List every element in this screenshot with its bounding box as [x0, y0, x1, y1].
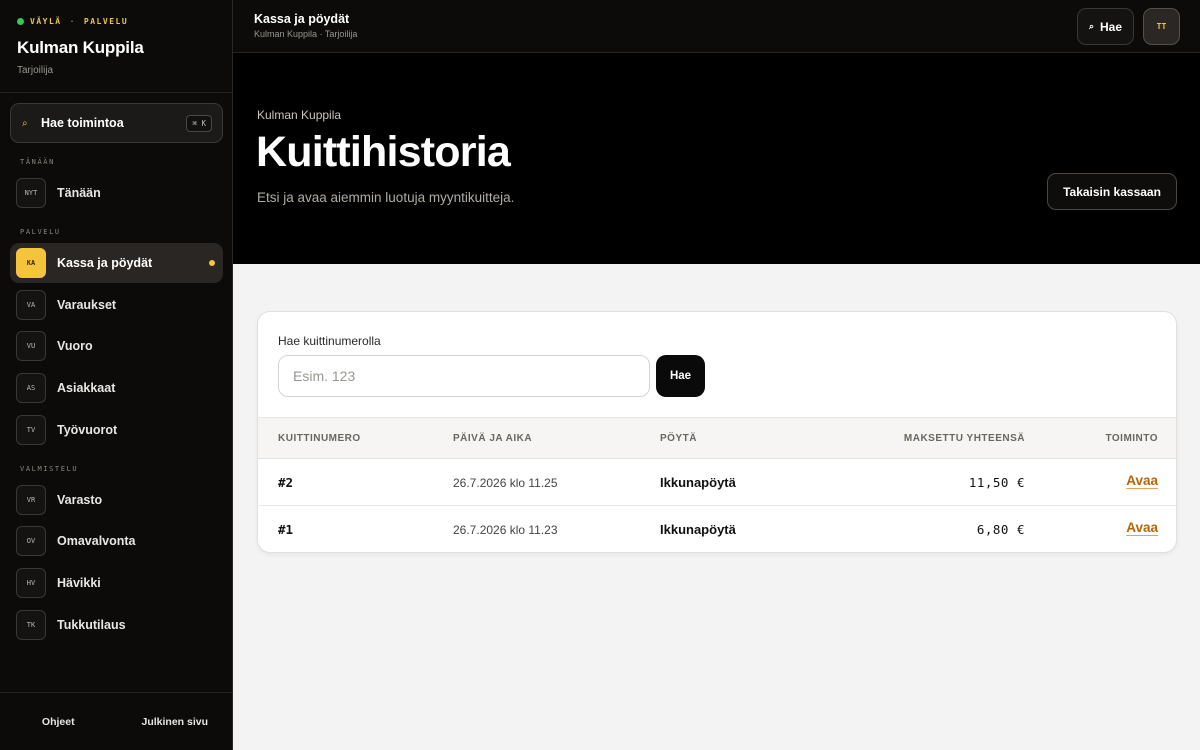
public-page-link[interactable]: Julkinen sivu: [117, 716, 234, 728]
nav-abbr-badge: TV: [16, 415, 46, 445]
sidebar-item-label: Varaukset: [57, 298, 117, 312]
command-search-label: Hae toimintoa: [41, 116, 124, 130]
nav-abbr-badge: OV: [16, 526, 46, 556]
receipt-search-button[interactable]: Hae: [656, 355, 705, 397]
brand-block: VÄYLÄ · PALVELU Kulman Kuppila Tarjoilij…: [0, 0, 232, 93]
receipt-table: Ikkunapöytä: [660, 522, 736, 537]
brand-name: Kulman Kuppila: [17, 38, 144, 57]
back-to-register-button[interactable]: Takaisin kassaan: [1047, 173, 1177, 210]
sidebar-item-kassa[interactable]: KA Kassa ja pöydät: [10, 243, 223, 283]
sidebar-item-varaukset[interactable]: VA Varaukset: [10, 285, 223, 325]
table-row: #1 26.7.2026 klo 11.23 Ikkunapöytä 6,80 …: [258, 506, 1176, 552]
nav-abbr-badge: NYT: [16, 178, 46, 208]
topbar-subtitle: Kulman Kuppila · Tarjoilija: [254, 29, 358, 39]
avatar[interactable]: TT: [1143, 8, 1180, 45]
sidebar-item-varasto[interactable]: VR Varasto: [10, 480, 223, 520]
topbar-title: Kassa ja pöydät: [254, 12, 350, 26]
nav-abbr-badge: VR: [16, 485, 46, 515]
nav-abbr-badge: KA: [16, 248, 46, 278]
column-header-action: TOIMINTO: [1105, 433, 1158, 444]
sidebar-item-label: Vuoro: [57, 339, 93, 353]
sidebar-item-label: Tänään: [57, 186, 101, 200]
page-eyebrow: Kulman Kuppila: [257, 108, 342, 122]
table-row: #2 26.7.2026 klo 11.25 Ikkunapöytä 11,50…: [258, 459, 1176, 506]
sidebar-item-label: Omavalvonta: [57, 534, 136, 548]
receipt-number-input[interactable]: [278, 355, 650, 397]
status-dot: [17, 17, 24, 25]
receipt-history-card: Hae kuittinumerolla Hae KUITTINUMERO PÄI…: [257, 311, 1177, 553]
search-icon: ⌕: [22, 117, 28, 129]
active-indicator-dot: [209, 260, 215, 266]
column-header-total: MAKSETTU YHTEENSÄ: [903, 433, 1025, 444]
column-header-table: PÖYTÄ: [660, 433, 697, 444]
receipt-number: #2: [278, 475, 294, 490]
sidebar-item-label: Asiakkaat: [57, 381, 116, 395]
sidebar-footer: Ohjeet Julkinen sivu: [0, 692, 233, 750]
topbar: Kassa ja pöydät Kulman Kuppila · Tarjoil…: [233, 0, 1200, 53]
page-description: Etsi ja avaa aiemmin luotuja myyntikuitt…: [257, 190, 515, 205]
search-icon: ⌕: [1088, 21, 1095, 31]
help-link[interactable]: Ohjeet: [0, 716, 117, 728]
section-label-service: PALVELU: [20, 228, 61, 236]
nav-abbr-badge: VA: [16, 290, 46, 320]
receipt-total: 11,50 €: [968, 475, 1025, 490]
sidebar-item-asiakkaat[interactable]: AS Asiakkaat: [10, 368, 223, 408]
sidebar-item-label: Hävikki: [57, 576, 101, 590]
sidebar-item-havikki[interactable]: HV Hävikki: [10, 563, 223, 603]
sidebar-item-tukkutilaus[interactable]: TK Tukkutilaus: [10, 605, 223, 645]
topbar-search-label: Hae: [1100, 19, 1123, 34]
sidebar-item-tanaan[interactable]: NYT Tänään: [10, 173, 223, 213]
command-search-button[interactable]: ⌕ Hae toimintoa ⌘ K: [10, 103, 223, 143]
nav-abbr-badge: AS: [16, 373, 46, 403]
brand-tag: VÄYLÄ · PALVELU: [17, 16, 215, 26]
table-header: KUITTINUMERO PÄIVÄ JA AIKA PÖYTÄ MAKSETT…: [258, 417, 1176, 459]
sidebar-item-tyovuorot[interactable]: TV Työvuorot: [10, 410, 223, 450]
brand-tag-left: VÄYLÄ: [30, 16, 62, 26]
sidebar-item-label: Työvuorot: [57, 423, 118, 437]
column-header-datetime: PÄIVÄ JA AIKA: [453, 433, 533, 444]
open-receipt-link[interactable]: Avaa: [1126, 520, 1158, 535]
receipt-search-label: Hae kuittinumerolla: [278, 334, 381, 348]
sidebar: VÄYLÄ · PALVELU Kulman Kuppila Tarjoilij…: [0, 0, 233, 750]
receipt-table: Ikkunapöytä: [660, 475, 736, 490]
sidebar-item-label: Varasto: [57, 493, 103, 507]
open-receipt-link[interactable]: Avaa: [1126, 473, 1158, 488]
sidebar-item-vuoro[interactable]: VU Vuoro: [10, 326, 223, 366]
nav-abbr-badge: HV: [16, 568, 46, 598]
brand-tag-separator: ·: [69, 16, 76, 26]
sidebar-item-label: Kassa ja pöydät: [57, 256, 153, 270]
receipt-datetime: 26.7.2026 klo 11.25: [453, 476, 558, 490]
receipt-total: 6,80 €: [976, 522, 1025, 537]
receipt-datetime: 26.7.2026 klo 11.23: [453, 523, 558, 537]
page-header: Kulman Kuppila Kuittihistoria Etsi ja av…: [233, 53, 1200, 264]
receipt-number: #1: [278, 522, 294, 537]
shortcut-badge: ⌘ K: [186, 114, 212, 132]
section-label-preparation: VALMISTELU: [20, 465, 79, 473]
nav-abbr-badge: VU: [16, 331, 46, 361]
nav-abbr-badge: TK: [16, 610, 46, 640]
brand-tag-right: PALVELU: [83, 16, 129, 26]
column-header-receipt-number: KUITTINUMERO: [278, 433, 361, 444]
section-label-today: TÄNÄÄN: [20, 158, 55, 166]
sidebar-item-label: Tukkutilaus: [57, 618, 126, 632]
page-title: Kuittihistoria: [256, 128, 511, 176]
topbar-search-button[interactable]: ⌕ Hae: [1077, 8, 1134, 45]
sidebar-item-omavalvonta[interactable]: OV Omavalvonta: [10, 521, 223, 561]
brand-role: Tarjoilija: [17, 65, 54, 76]
